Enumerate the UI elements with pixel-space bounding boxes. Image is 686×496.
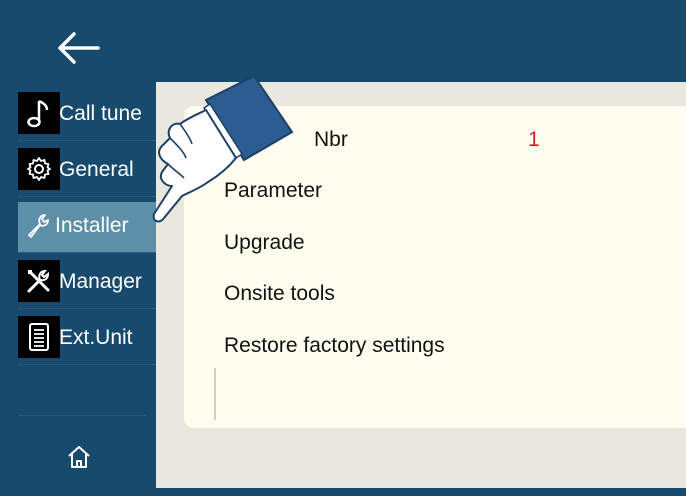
screen: Call tune General Installer Manager Ext.… bbox=[8, 10, 686, 488]
settings-row-nbr[interactable]: Nbr 1 bbox=[224, 128, 686, 164]
sidebar-item-label: Manager bbox=[59, 270, 142, 293]
home-icon bbox=[68, 446, 90, 468]
main-content: Nbr 1 Parameter Upgrade Onsite tools Res… bbox=[156, 82, 686, 488]
row-value: 1 bbox=[528, 128, 540, 151]
back-button[interactable] bbox=[54, 30, 102, 66]
arrow-left-icon bbox=[58, 32, 100, 64]
sidebar-item-label: Installer bbox=[55, 214, 129, 237]
document-icon bbox=[18, 316, 60, 358]
header-bar bbox=[8, 10, 686, 82]
music-note-icon bbox=[18, 92, 60, 134]
row-label: Onsite tools bbox=[224, 282, 335, 305]
settings-panel: Nbr 1 Parameter Upgrade Onsite tools Res… bbox=[184, 106, 686, 428]
sidebar-item-general[interactable]: General bbox=[18, 146, 156, 197]
sidebar: Call tune General Installer Manager Ext.… bbox=[8, 82, 156, 488]
home-button[interactable] bbox=[64, 442, 94, 472]
settings-row-upgrade[interactable]: Upgrade bbox=[224, 231, 686, 267]
row-label: Parameter bbox=[224, 179, 323, 202]
row-label: Nbr bbox=[314, 128, 348, 151]
gear-icon bbox=[18, 148, 60, 190]
wrench-icon bbox=[18, 204, 60, 246]
scroll-indicator bbox=[214, 368, 216, 420]
tools-icon bbox=[18, 260, 60, 302]
sidebar-item-label: General bbox=[59, 158, 134, 181]
sidebar-item-call-tune[interactable]: Call tune bbox=[18, 90, 156, 141]
sidebar-item-installer[interactable]: Installer bbox=[18, 202, 156, 253]
row-label: Upgrade bbox=[224, 231, 305, 254]
row-label: Restore factory settings bbox=[224, 334, 445, 357]
sidebar-item-label: Call tune bbox=[59, 102, 142, 125]
device-frame: Call tune General Installer Manager Ext.… bbox=[0, 0, 686, 496]
settings-row-onsite-tools[interactable]: Onsite tools bbox=[224, 282, 686, 318]
settings-row-restore-factory[interactable]: Restore factory settings bbox=[224, 334, 686, 370]
settings-row-parameter[interactable]: Parameter bbox=[224, 179, 686, 215]
divider bbox=[18, 415, 146, 416]
sidebar-item-label: Ext.Unit bbox=[59, 326, 133, 349]
sidebar-item-manager[interactable]: Manager bbox=[18, 258, 156, 309]
sidebar-item-ext-unit[interactable]: Ext.Unit bbox=[18, 314, 156, 365]
